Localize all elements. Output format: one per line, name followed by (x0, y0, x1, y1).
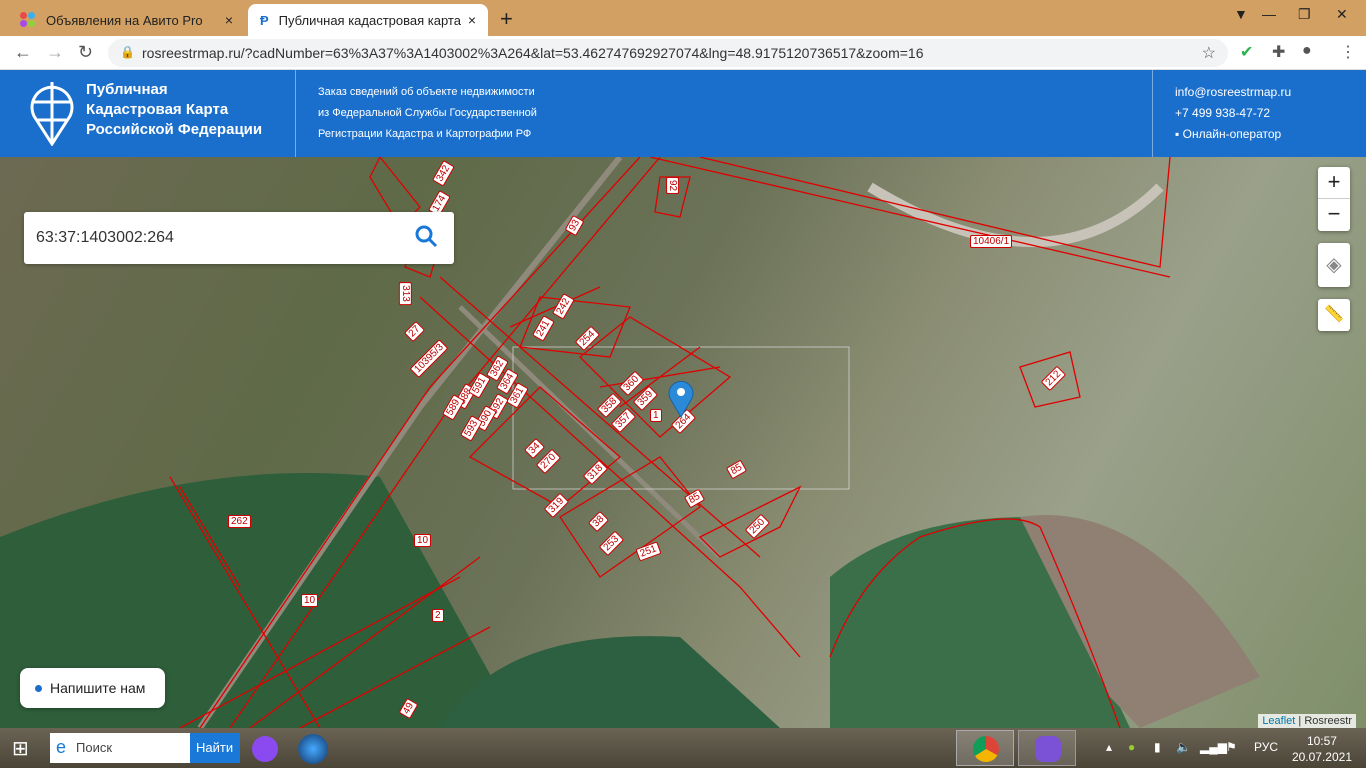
attribution-text: | Rosreestr (1298, 715, 1352, 727)
parcel-label[interactable]: 262 (228, 515, 251, 528)
leaflet-link[interactable]: Leaflet (1262, 715, 1295, 727)
chat-icon: ▪ (1175, 127, 1180, 141)
menu-icon[interactable]: ⋮ (1340, 42, 1356, 62)
site-brand[interactable]: Публичная Кадастровая Карта Российской Ф… (86, 80, 262, 140)
map[interactable]: 342 174 93 92 10406/1 313 27 241 242 254 10395/3 36… (0, 157, 1366, 728)
avito-icon (20, 12, 36, 28)
date: 20.07.2021 (1291, 750, 1352, 764)
divider (295, 70, 296, 157)
time: 10:57 (1306, 734, 1337, 748)
tab-title: Объявления на Авито Pro (46, 12, 203, 28)
maximize-button[interactable]: ❐ (1298, 6, 1311, 23)
info-line: Регистрации Кадастра и Картографии РФ (318, 128, 532, 140)
chrome-icon (973, 736, 999, 762)
order-info: Заказ сведений об объекте недвижимости и… (318, 82, 537, 145)
parcel-label[interactable]: 313 (398, 282, 412, 305)
site-header: Публичная Кадастровая Карта Российской Ф… (0, 70, 1366, 157)
new-tab-button[interactable]: + (500, 6, 513, 32)
action-center-flag-icon[interactable]: ⚑ (1226, 740, 1237, 754)
cadastral-search-input[interactable]: 63:37:1403002:264 (24, 212, 454, 264)
location-marker-icon[interactable] (668, 380, 694, 418)
logo-icon (30, 82, 74, 146)
tray-app-icon[interactable]: ● (1128, 740, 1135, 754)
url-text: rosreestrmap.ru/?cadNumber=63%3A37%3A140… (142, 45, 924, 61)
taskbar: ⊞ e Поиск Найти ▴ ● ▮ 🔈 ▂▄▆ ⚑ РУС 10:57 20… (0, 728, 1366, 768)
start-orb-icon[interactable] (298, 734, 328, 764)
contacts: info@rosreestrmap.ru +7 499 938-47-72 ▪ … (1175, 82, 1291, 145)
network-icon[interactable]: ▂▄▆ (1200, 740, 1227, 754)
info-line: из Федеральной Службы Государственной (318, 107, 537, 119)
windows-start-icon[interactable]: ⊞ (12, 736, 29, 761)
green-field (440, 636, 780, 728)
tab-avito[interactable]: Объявления на Авито Pro × (10, 4, 245, 36)
profile-icon[interactable]: ● (1302, 42, 1312, 60)
check-extension-icon[interactable]: ✔ (1240, 42, 1253, 62)
address-bar-row: ← → ↻ 🔒 rosreestrmap.ru/?cadNumber=63%3A… (0, 36, 1366, 70)
extensions-icon[interactable]: ✚ (1272, 42, 1285, 62)
chrome-taskbar-button[interactable] (956, 730, 1014, 766)
operator-label: Онлайн-оператор (1182, 127, 1282, 141)
profile-menu-icon[interactable]: ▼ (1234, 6, 1248, 22)
close-window-button[interactable]: ✕ (1336, 6, 1348, 23)
measure-button[interactable]: 📏 (1318, 299, 1350, 331)
chat-dot-icon (35, 685, 42, 692)
forward-icon[interactable]: → (46, 42, 64, 63)
brand-line: Публичная (86, 81, 168, 98)
map-attribution: Leaflet | Rosreestr (1258, 714, 1356, 728)
parcel-label[interactable]: 10 (414, 534, 432, 547)
chat-widget-button[interactable]: Напишите нам (20, 668, 165, 708)
zoom-out-button[interactable]: − (1318, 199, 1350, 231)
reload-icon[interactable]: ↻ (78, 42, 93, 63)
ruler-icon: 📏 (1324, 306, 1344, 323)
close-tab-icon[interactable]: × (468, 12, 476, 28)
map-pin-icon: Ᵽ (260, 12, 269, 28)
clock[interactable]: 10:57 20.07.2021 (1292, 733, 1352, 765)
show-hidden-icons[interactable]: ▴ (1106, 740, 1112, 754)
search-placeholder: Поиск (76, 740, 113, 755)
layers-icon: ◈ (1326, 254, 1342, 276)
email-link[interactable]: info@rosreestrmap.ru (1175, 82, 1291, 103)
parcel-label[interactable]: 2 (432, 609, 444, 622)
online-operator-link[interactable]: ▪ Онлайн-оператор (1175, 124, 1291, 145)
close-tab-icon[interactable]: × (225, 12, 233, 28)
viber-icon (1035, 736, 1061, 762)
search-value: 63:37:1403002:264 (36, 229, 174, 246)
zoom-control: + − (1318, 167, 1350, 231)
taskbar-search-button[interactable]: Найти (190, 733, 240, 763)
volume-icon[interactable]: 🔈 (1176, 740, 1191, 754)
battery-icon[interactable]: ▮ (1154, 740, 1161, 754)
search-icon[interactable] (414, 224, 438, 248)
tab-cadastral-map[interactable]: Ᵽ Публичная кадастровая карта × (248, 4, 488, 36)
taskbar-search-input[interactable]: e Поиск (50, 733, 190, 763)
tab-bar: Объявления на Авито Pro × Ᵽ Публичная ка… (0, 0, 1366, 36)
alice-icon[interactable] (252, 736, 278, 762)
info-line: Заказ сведений об объекте недвижимости (318, 86, 535, 98)
zoom-in-button[interactable]: + (1318, 167, 1350, 199)
parcel-label[interactable]: 1 (650, 409, 662, 422)
back-icon[interactable]: ← (14, 42, 32, 63)
brand-line: Российской Федерации (86, 121, 263, 138)
parcel-label[interactable]: 10 (301, 594, 319, 607)
parcel-label[interactable]: 10406/1 (970, 235, 1013, 248)
viber-taskbar-button[interactable] (1018, 730, 1076, 766)
bookmark-star-icon[interactable]: ☆ (1202, 43, 1216, 63)
phone-link[interactable]: +7 499 938-47-72 (1175, 103, 1291, 124)
road (867, 182, 1164, 247)
brand-line: Кадастровая Карта (86, 101, 229, 118)
divider (1152, 70, 1153, 157)
edge-icon: e (56, 737, 67, 757)
tab-title: Публичная кадастровая карта (278, 12, 461, 28)
url-field[interactable]: 🔒 rosreestrmap.ru/?cadNumber=63%3A37%3A1… (108, 39, 1228, 67)
parcel-label[interactable]: 92 (666, 176, 680, 195)
chat-label: Напишите нам (50, 680, 146, 696)
minimize-button[interactable]: — (1262, 6, 1276, 22)
language-indicator[interactable]: РУС (1254, 740, 1278, 754)
lock-icon: 🔒 (120, 45, 135, 59)
layers-button[interactable]: ◈ (1318, 243, 1350, 287)
